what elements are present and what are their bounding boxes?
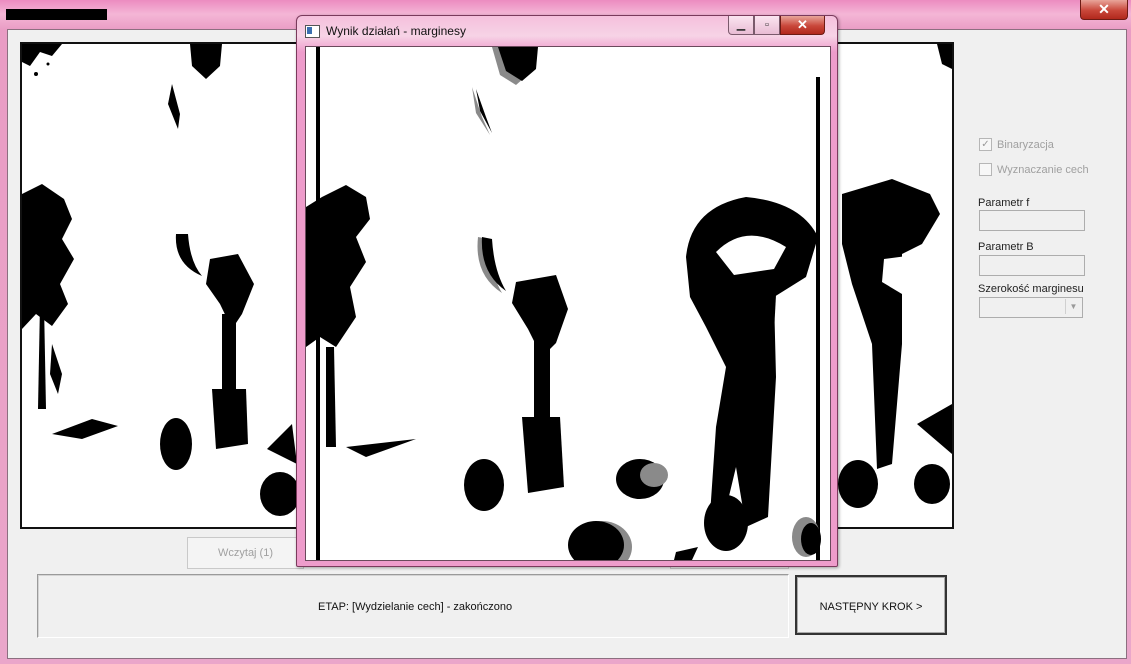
check-icon: ✓ [979,138,992,151]
result-dialog: Wynik działań - marginesy ▁ ▫ ✕ [296,15,838,567]
maximize-button[interactable]: ▫ [754,16,780,35]
status-text: ETAP: [Wydzielanie cech] - zakończono [318,601,513,613]
param-f-input[interactable] [979,210,1085,231]
param-b-label: Parametr B [978,241,1034,253]
minimize-button[interactable]: ▁ [728,16,754,35]
load-button[interactable]: Wczytaj (1) [187,537,304,569]
binarization-checkbox[interactable]: ✓ Binaryzacja [979,138,1054,151]
next-step-button[interactable]: NASTĘPNY KROK > [795,575,947,635]
main-close-button[interactable]: ✕ [1080,0,1128,20]
margin-width-select[interactable]: ▼ [979,297,1083,318]
param-b-input[interactable] [979,255,1085,276]
chevron-down-icon: ▼ [1065,299,1081,314]
window-icon [305,25,320,38]
binarization-label: Binaryzacja [997,138,1054,151]
dialog-title: Wynik działań - marginesy [326,24,466,38]
close-icon: ✕ [797,17,808,32]
close-icon: ✕ [1098,1,1110,17]
dialog-window-controls: ▁ ▫ ✕ [728,16,825,37]
minimize-icon: ▁ [736,19,746,31]
margin-result-image [306,47,830,560]
margin-result-image-panel [305,46,831,561]
maximize-icon: ▫ [765,19,769,31]
margin-width-label: Szerokość marginesu [978,283,1084,295]
dialog-close-button[interactable]: ✕ [780,16,825,35]
status-panel: ETAP: [Wydzielanie cech] - zakończono [37,574,789,638]
redacted-window-title [6,9,107,20]
empty-checkbox-icon [979,163,992,176]
param-f-label: Parametr f [978,197,1030,209]
features-label: Wyznaczanie cech [997,163,1089,176]
features-checkbox[interactable]: Wyznaczanie cech [979,163,1089,176]
